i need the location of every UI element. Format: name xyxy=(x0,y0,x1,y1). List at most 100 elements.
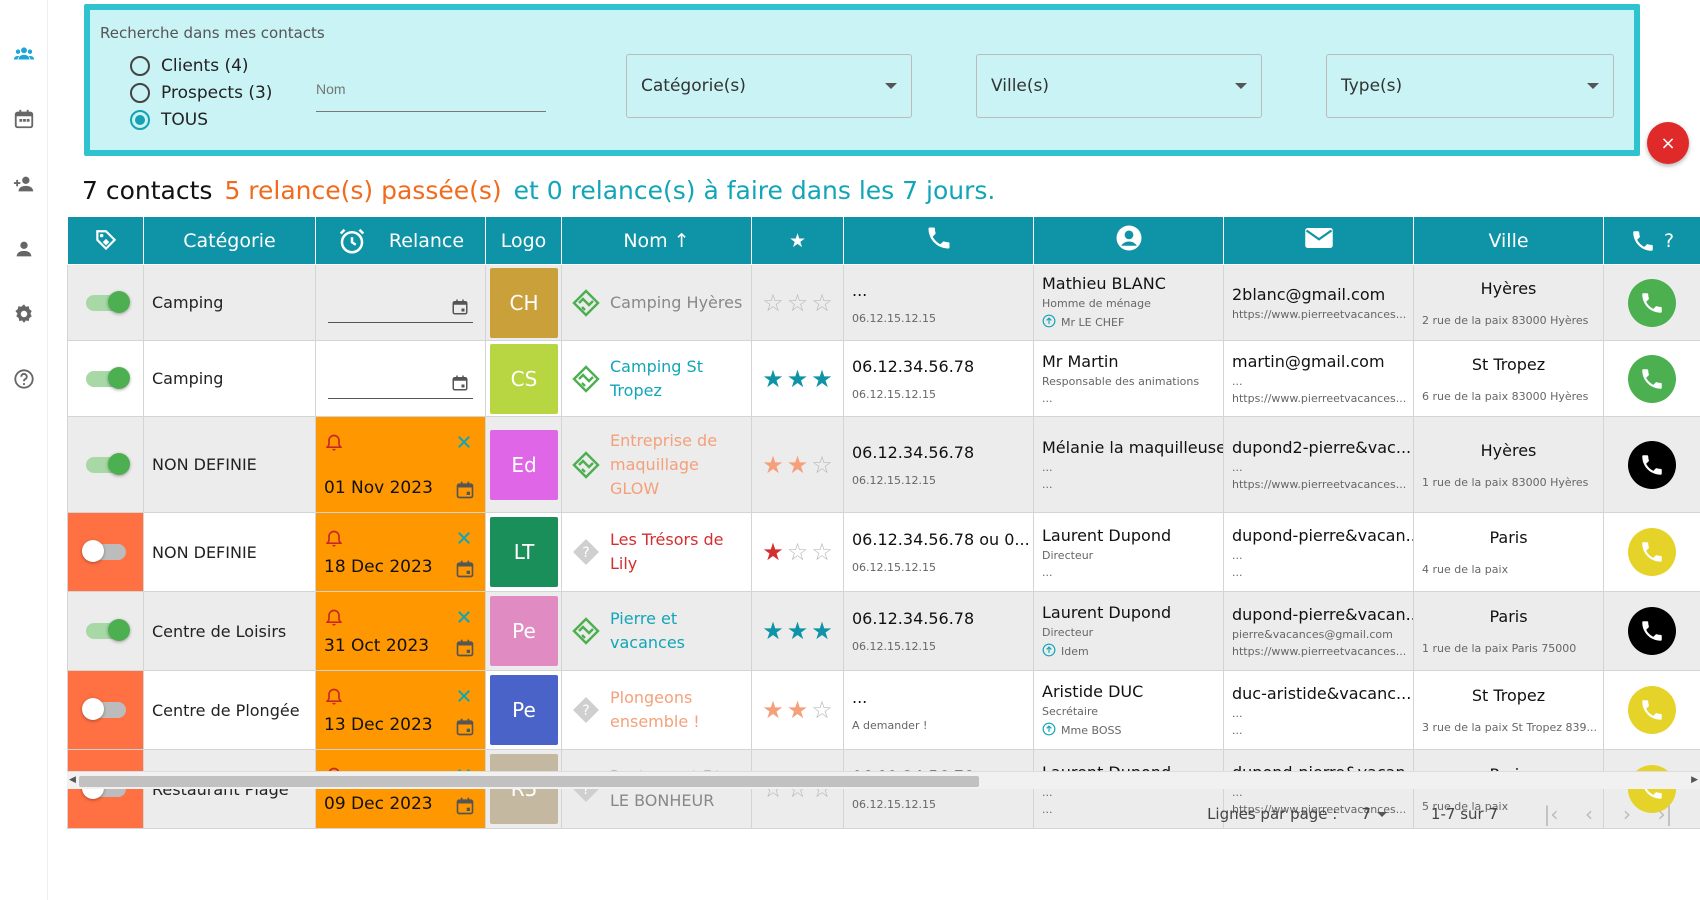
nom-cell[interactable]: Camping St Tropez xyxy=(561,340,752,417)
star-icon[interactable]: ★ xyxy=(762,538,784,566)
nom-cell[interactable]: Camping Hyères xyxy=(561,264,752,341)
logo-avatar[interactable]: R5 xyxy=(490,754,558,824)
relance-cell[interactable]: 01 Nov 2023 xyxy=(315,416,486,513)
clear-relance-icon[interactable] xyxy=(455,529,473,547)
scroll-right-icon[interactable]: ▶ xyxy=(1691,775,1698,785)
star-icon[interactable]: ☆ xyxy=(811,451,833,479)
star-rating[interactable]: ★ ★ ☆ xyxy=(760,696,835,724)
contact-name[interactable]: Laurent Dupond xyxy=(1042,526,1215,545)
phone-cell[interactable]: ... 06.12.15.12.15 xyxy=(843,264,1034,341)
star-rating[interactable]: ☆ ☆ ☆ xyxy=(760,289,835,317)
toggle-knob[interactable] xyxy=(107,452,130,475)
table-row[interactable]: Camping CH Camping Hyères ☆ ☆ ☆ ... 06.12.… xyxy=(67,264,1700,341)
logo-avatar[interactable]: Ed xyxy=(490,429,558,500)
logo-avatar[interactable]: Pe xyxy=(490,675,558,745)
call-button[interactable] xyxy=(1628,686,1676,734)
toggle-knob[interactable] xyxy=(107,619,130,641)
col-call[interactable]: ? xyxy=(1603,216,1700,265)
star-icon[interactable]: ☆ xyxy=(787,538,809,566)
scroll-left-icon[interactable]: ◀ xyxy=(69,775,76,785)
nom-cell[interactable]: Pierre et vacances xyxy=(561,591,752,671)
nom-field[interactable] xyxy=(316,74,546,112)
email-address[interactable]: dupond-pierre&vacan... xyxy=(1232,526,1413,545)
email-cell[interactable]: 2blanc@gmail.com https://www.pierreetvac… xyxy=(1223,264,1414,341)
website-url[interactable]: https://www.pierreetvacances... xyxy=(1232,308,1406,321)
toggle-knob[interactable] xyxy=(81,540,104,562)
radio-dot[interactable] xyxy=(130,83,150,103)
clear-relance-icon[interactable] xyxy=(455,433,473,451)
contact-name[interactable]: Aristide DUC xyxy=(1042,682,1215,701)
calendar-icon[interactable] xyxy=(455,480,475,500)
active-toggle[interactable] xyxy=(81,698,126,720)
star-icon[interactable]: ☆ xyxy=(811,289,833,317)
email-address[interactable]: dupond2-pierre&vac... xyxy=(1232,438,1411,457)
radio-tous[interactable]: TOUS xyxy=(130,110,208,130)
logo-avatar[interactable]: CS xyxy=(490,343,558,414)
relance-cell[interactable] xyxy=(315,340,486,417)
star-icon[interactable]: ☆ xyxy=(787,289,809,317)
col-rating[interactable]: ★ xyxy=(751,216,844,265)
email-address[interactable]: dupond-pierre&vacan... xyxy=(1232,605,1413,624)
phone-cell[interactable]: 06.12.34.56.78 06.12.15.12.15 xyxy=(843,591,1034,671)
phone-main[interactable]: ... xyxy=(852,281,1025,300)
help-icon[interactable] xyxy=(12,367,36,391)
contact-cell[interactable]: Mélanie la maquilleuse ... ... xyxy=(1033,416,1224,513)
phone-main[interactable]: 06.12.34.56.78 xyxy=(852,443,1025,462)
phone-main[interactable]: 06.12.34.56.78 xyxy=(852,609,1025,628)
phone-main[interactable]: 06.12.34.56.78 xyxy=(852,357,1025,376)
horizontal-scrollbar[interactable]: ◀ ▶ xyxy=(67,771,1700,789)
relance-date-input[interactable] xyxy=(328,359,473,399)
star-icon[interactable]: ★ xyxy=(787,451,809,479)
nom-cell[interactable]: ? Plongeons ensemble ! xyxy=(561,670,752,750)
calendar-icon[interactable] xyxy=(455,796,475,816)
col-nom[interactable]: Nom ↑ xyxy=(561,216,752,265)
star-icon[interactable]: ★ xyxy=(787,696,809,724)
call-button[interactable] xyxy=(1628,440,1676,489)
table-row[interactable]: Centre de Loisirs 31 Oct 2023 Pe Pierre … xyxy=(67,591,1700,671)
active-toggle[interactable] xyxy=(85,619,130,641)
rows-per-page-select[interactable]: 7 xyxy=(1361,805,1387,823)
contact-name[interactable]: Mélanie la maquilleuse xyxy=(1042,438,1223,457)
website-url[interactable]: ... xyxy=(1232,566,1405,579)
radio-dot[interactable] xyxy=(130,56,150,76)
star-icon[interactable]: ★ xyxy=(787,365,809,393)
table-row[interactable]: NON DEFINIE 01 Nov 2023 Ed Entreprise de… xyxy=(67,416,1700,513)
email-cell[interactable]: dupond2-pierre&vac... ... https://www.pi… xyxy=(1223,416,1414,513)
close-filter-button[interactable]: × xyxy=(1647,122,1689,164)
contact-cell[interactable]: Laurent Dupond Directeur Idem xyxy=(1033,591,1224,671)
phone-main[interactable]: 06.12.34.56.78 ou 0... xyxy=(852,530,1030,549)
company-name[interactable]: Plongeons ensemble ! xyxy=(610,686,743,734)
phone-cell[interactable]: 06.12.34.56.78 06.12.15.12.15 xyxy=(843,340,1034,417)
email-cell[interactable]: duc-aristide&vacanc... ... ... xyxy=(1223,670,1414,750)
last-page-icon[interactable]: ›| xyxy=(1646,802,1684,826)
col-phone[interactable] xyxy=(843,216,1034,265)
email-cell[interactable]: martin@gmail.com ... https://www.pierree… xyxy=(1223,340,1414,417)
person-add-icon[interactable] xyxy=(12,172,36,196)
website-url[interactable]: ... xyxy=(1232,724,1405,737)
contact-cell[interactable]: Mathieu BLANC Homme de ménage Mr LE CHEF xyxy=(1033,264,1224,341)
radio-clients[interactable]: Clients (4) xyxy=(130,56,249,76)
relance-cell[interactable] xyxy=(315,264,486,341)
company-name[interactable]: Pierre et vacances xyxy=(610,607,743,655)
star-icon[interactable]: ★ xyxy=(762,365,784,393)
relance-cell[interactable]: 13 Dec 2023 xyxy=(315,670,486,750)
col-logo[interactable]: Logo xyxy=(485,216,562,265)
email-cell[interactable]: dupond-pierre&vacan... pierre&vacances@g… xyxy=(1223,591,1414,671)
star-icon[interactable]: ★ xyxy=(811,365,833,393)
star-icon[interactable]: ★ xyxy=(762,451,784,479)
contact-cell[interactable]: Aristide DUC Secrétaire Mme BOSS xyxy=(1033,670,1224,750)
company-name[interactable]: Camping Hyères xyxy=(610,291,742,315)
nom-cell[interactable]: ?Restaurant 5* LE BONHEUR xyxy=(561,749,752,829)
col-contact[interactable] xyxy=(1033,216,1224,265)
col-active[interactable] xyxy=(67,216,144,265)
table-row[interactable]: Centre de Plongée 13 Dec 2023 Pe ? Plonge… xyxy=(67,670,1700,750)
toggle-knob[interactable] xyxy=(81,698,104,720)
calendar-icon[interactable] xyxy=(12,107,36,131)
email-address[interactable]: duc-aristide&vacanc... xyxy=(1232,684,1411,703)
col-email[interactable] xyxy=(1223,216,1414,265)
company-name[interactable]: Entreprise de maquillage GLOW xyxy=(610,429,743,501)
star-rating[interactable]: ★ ★ ☆ xyxy=(760,451,835,479)
col-ville[interactable]: Ville xyxy=(1413,216,1604,265)
ville-select[interactable]: Ville(s) xyxy=(976,54,1262,118)
radio-dot[interactable] xyxy=(130,110,150,130)
